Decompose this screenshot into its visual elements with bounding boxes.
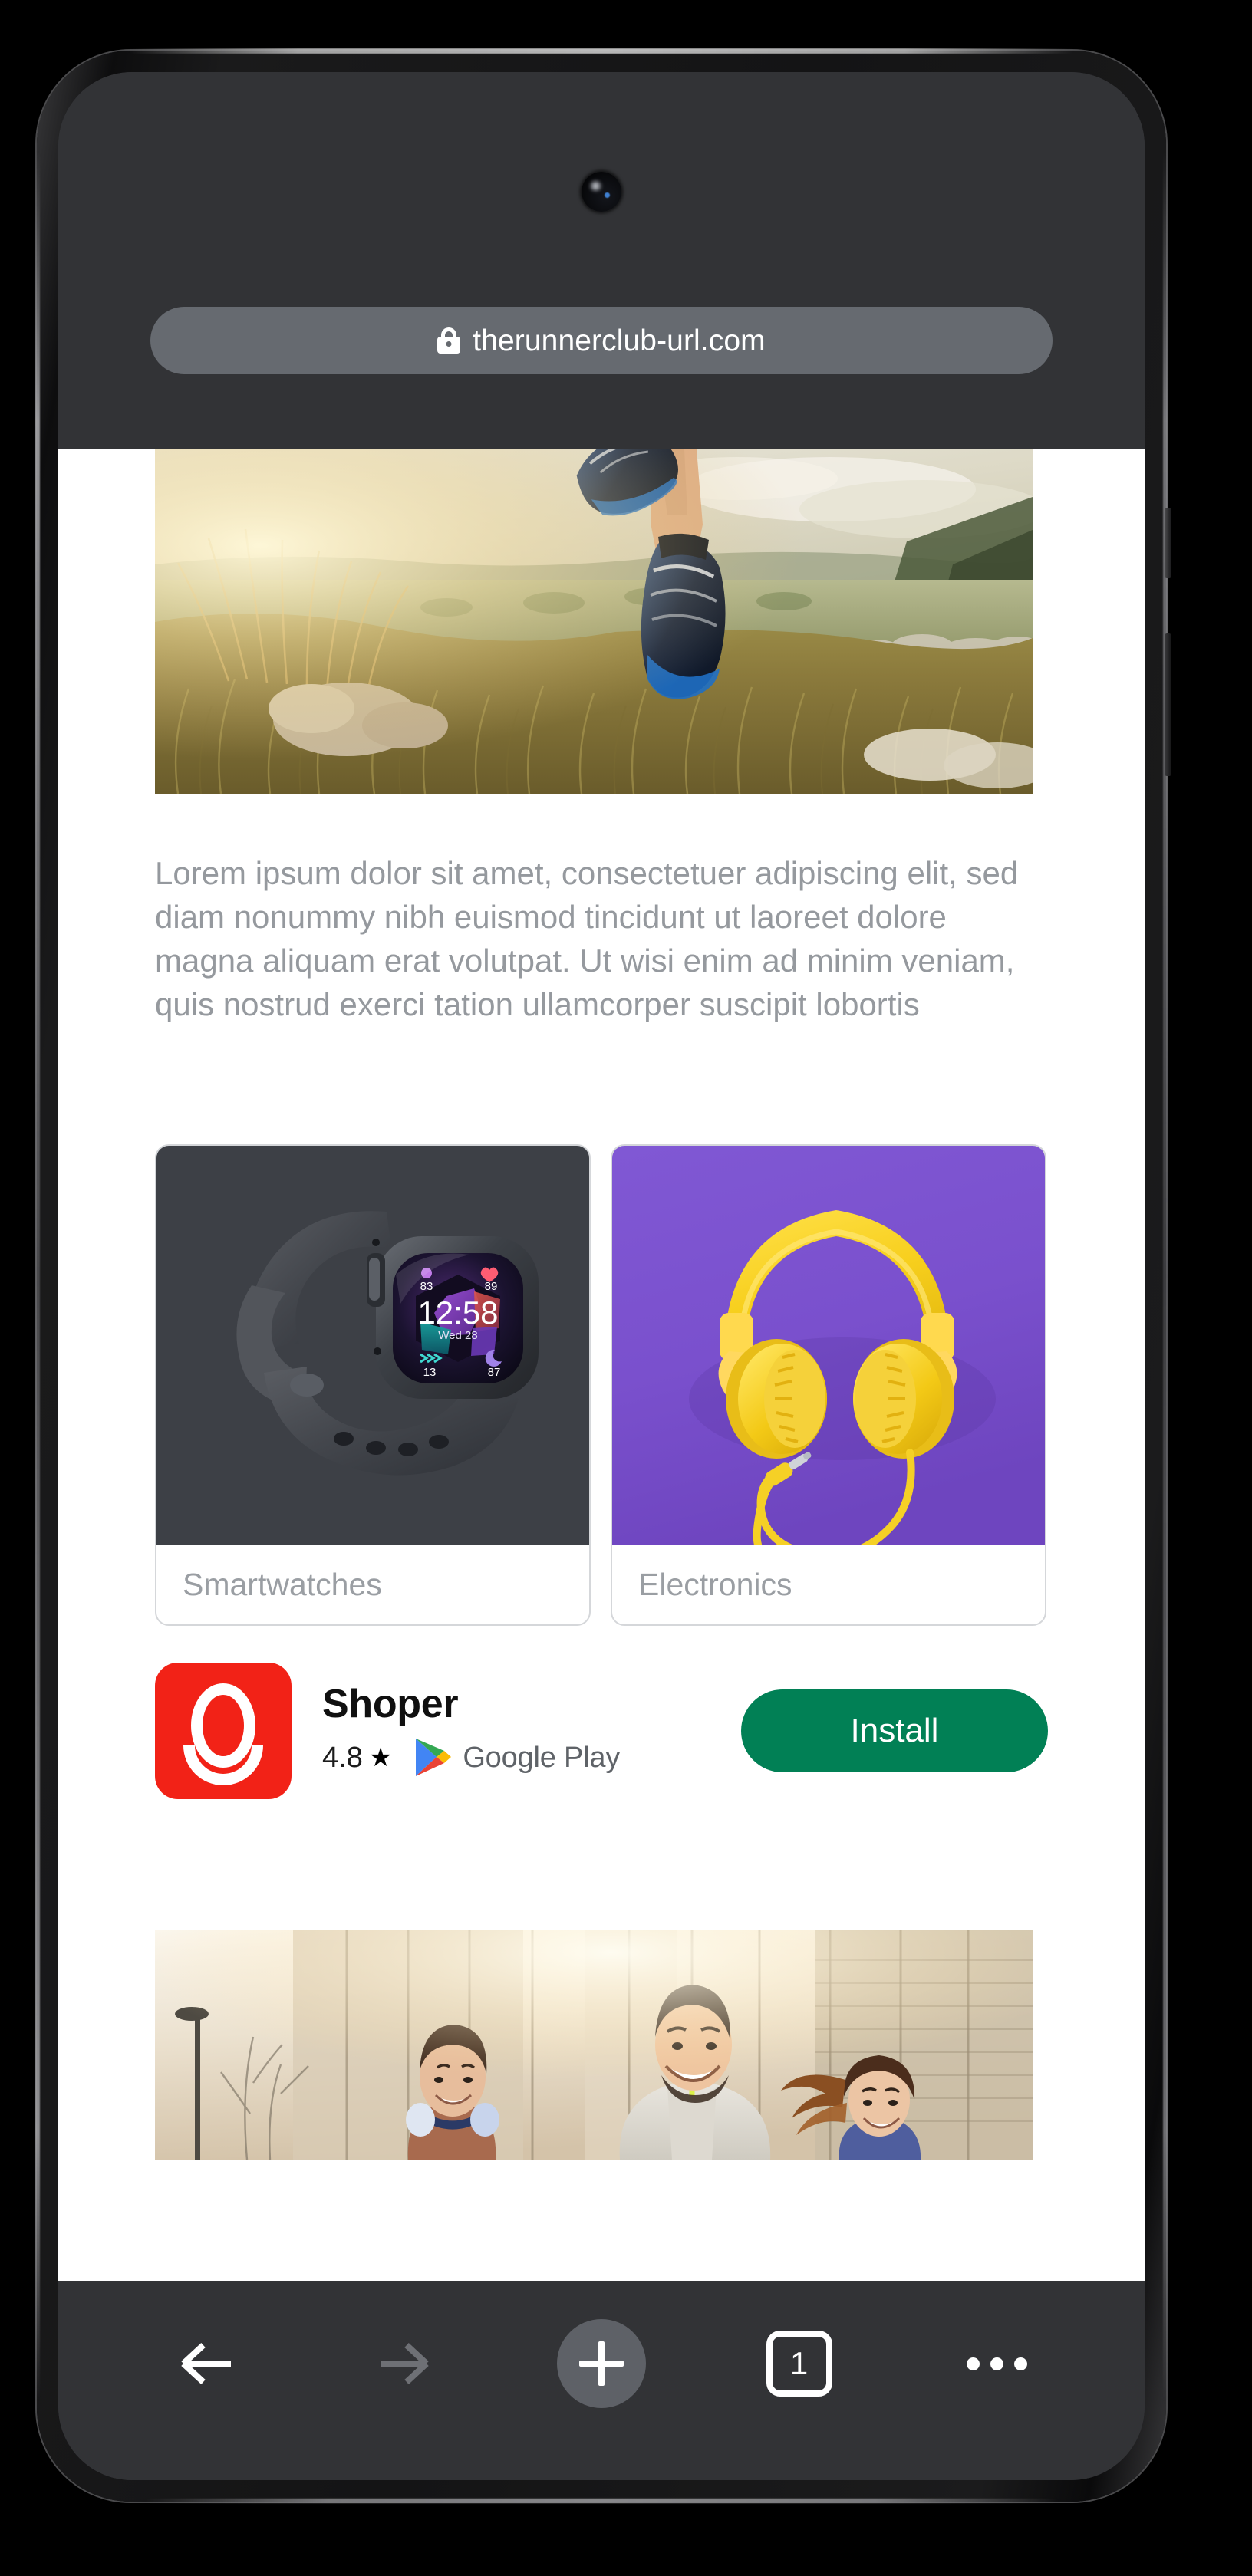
svg-text:89: 89	[485, 1280, 498, 1293]
svg-text:Wed 28: Wed 28	[438, 1329, 477, 1342]
web-page-content: Lorem ipsum dolor sit amet, consectetuer…	[58, 449, 1145, 2281]
star-icon: ★	[368, 1743, 393, 1773]
google-play-icon	[416, 1739, 452, 1777]
headphones-product-image	[612, 1146, 1045, 1545]
tab-switcher-button[interactable]: 1	[753, 2318, 845, 2410]
app-name: Shoper	[322, 1681, 459, 1726]
arrow-right-icon	[381, 2343, 430, 2384]
body-paragraph: Lorem ipsum dolor sit amet, consectetuer…	[155, 855, 1019, 1022]
hero-image	[155, 449, 1033, 794]
install-button[interactable]: Install	[741, 1689, 1048, 1772]
app-rating-row: 4.8 ★ Google Play	[322, 1737, 741, 1778]
address-bar[interactable]: therunnerclub-url.com	[150, 307, 1053, 374]
plus-icon	[578, 2341, 624, 2386]
phone-frame: therunnerclub-url.com Lorem ipsum dolor …	[35, 48, 1171, 2503]
rating-value: 4.8	[322, 1741, 363, 1774]
back-button[interactable]	[160, 2318, 252, 2410]
category-label-smartwatches: Smartwatches	[183, 1566, 382, 1602]
arrow-left-icon	[181, 2343, 231, 2384]
runners-group-photo	[155, 1930, 1033, 2160]
svg-text:87: 87	[488, 1366, 501, 1379]
category-label-electronics: Electronics	[638, 1566, 792, 1602]
tab-count-box: 1	[766, 2331, 832, 2397]
smartwatch-product-image: 83 89 13 87 12:58 Wed 28	[156, 1146, 589, 1545]
category-card-electronics[interactable]: Electronics	[611, 1144, 1046, 1626]
category-card-grid: 83 89 13 87 12:58 Wed 28 Smartwatches El…	[155, 1144, 1046, 1626]
shoper-app-icon	[155, 1663, 292, 1799]
lock-icon	[437, 327, 461, 354]
frame-edge-highlight-top	[129, 48, 1074, 54]
app-install-banner: Shoper 4.8 ★ Google Play Install	[155, 1663, 1048, 1799]
frame-edge-highlight-right	[1163, 150, 1168, 2402]
browser-bottom-navbar: 1	[58, 2281, 1145, 2480]
front-camera-icon	[582, 172, 621, 212]
browser-top-chrome: therunnerclub-url.com	[58, 72, 1145, 449]
new-tab-button[interactable]	[555, 2318, 647, 2410]
tab-count-label: 1	[789, 2345, 809, 2381]
plus-circle	[556, 2319, 646, 2408]
phone-screen: therunnerclub-url.com Lorem ipsum dolor …	[58, 72, 1145, 2480]
svg-text:12:58: 12:58	[417, 1295, 498, 1331]
svg-text:83: 83	[420, 1280, 433, 1293]
app-rating: 4.8 ★	[322, 1742, 392, 1775]
volume-button[interactable]	[1165, 633, 1171, 776]
power-button[interactable]	[1165, 508, 1171, 578]
svg-text:13: 13	[423, 1366, 437, 1379]
more-options-icon	[966, 2357, 1027, 2370]
category-card-smartwatches[interactable]: 83 89 13 87 12:58 Wed 28 Smartwatches	[155, 1144, 591, 1626]
menu-button[interactable]	[951, 2318, 1043, 2410]
frame-edge-highlight-left	[35, 150, 40, 2402]
forward-button[interactable]	[357, 2318, 450, 2410]
frame-edge-highlight-bottom	[144, 2499, 1059, 2503]
url-text: therunnerclub-url.com	[473, 324, 766, 357]
store-name: Google Play	[463, 1741, 621, 1774]
app-banner-meta: Shoper 4.8 ★ Google Play	[322, 1683, 741, 1779]
